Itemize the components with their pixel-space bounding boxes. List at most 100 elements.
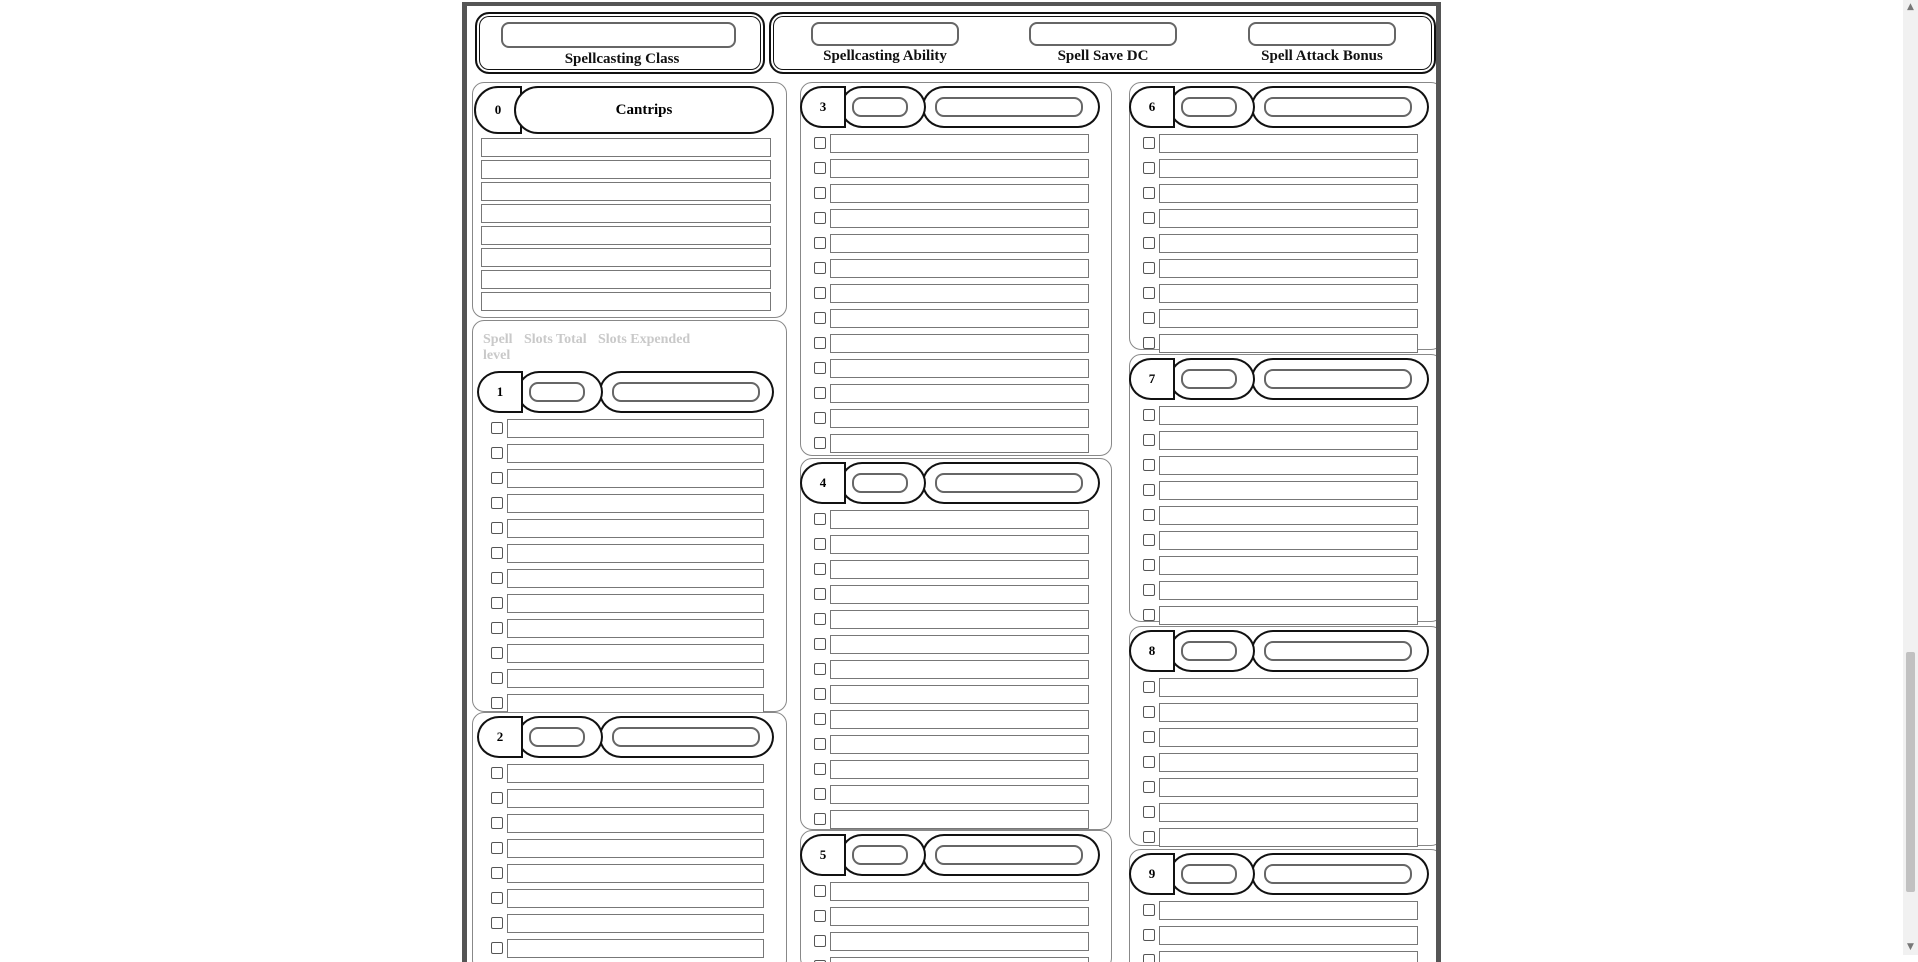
prepared-checkbox-icon[interactable] <box>814 287 826 299</box>
spell-name-input[interactable] <box>830 359 1089 378</box>
spell-name-input[interactable] <box>1159 703 1418 722</box>
spell-name-input[interactable] <box>830 957 1089 962</box>
cantrip-line-input[interactable] <box>481 292 771 311</box>
spell-name-input[interactable] <box>830 409 1089 428</box>
spell-name-input[interactable] <box>1159 184 1418 203</box>
spell-name-input[interactable] <box>1159 531 1418 550</box>
spell-name-input[interactable] <box>1159 606 1418 625</box>
spell-name-input[interactable] <box>830 710 1089 729</box>
prepared-checkbox-icon[interactable] <box>1143 434 1155 446</box>
spell-name-input[interactable] <box>830 907 1089 926</box>
prepared-checkbox-icon[interactable] <box>814 588 826 600</box>
spell-name-input[interactable] <box>830 134 1089 153</box>
spell-name-input[interactable] <box>830 635 1089 654</box>
prepared-checkbox-icon[interactable] <box>814 813 826 825</box>
spell-name-input[interactable] <box>1159 259 1418 278</box>
prepared-checkbox-icon[interactable] <box>814 262 826 274</box>
slots-expended-input[interactable] <box>612 382 760 402</box>
slots-expended-input[interactable] <box>935 97 1083 117</box>
prepared-checkbox-icon[interactable] <box>1143 484 1155 496</box>
spell-name-input[interactable] <box>1159 678 1418 697</box>
prepared-checkbox-icon[interactable] <box>1143 954 1155 962</box>
slots-expended-input[interactable] <box>1264 369 1412 389</box>
spell-name-input[interactable] <box>830 560 1089 579</box>
spell-name-input[interactable] <box>830 259 1089 278</box>
spell-name-input[interactable] <box>1159 778 1418 797</box>
spell-name-input[interactable] <box>830 510 1089 529</box>
prepared-checkbox-icon[interactable] <box>814 137 826 149</box>
prepared-checkbox-icon[interactable] <box>814 513 826 525</box>
spell-name-input[interactable] <box>507 694 764 713</box>
slots-expended-input[interactable] <box>935 473 1083 493</box>
prepared-checkbox-icon[interactable] <box>1143 459 1155 471</box>
spell-name-input[interactable] <box>830 309 1089 328</box>
prepared-checkbox-icon[interactable] <box>814 713 826 725</box>
spell-name-input[interactable] <box>830 184 1089 203</box>
prepared-checkbox-icon[interactable] <box>1143 904 1155 916</box>
cantrip-line-input[interactable] <box>481 138 771 157</box>
slots-expended-input[interactable] <box>1264 641 1412 661</box>
prepared-checkbox-icon[interactable] <box>491 767 503 779</box>
prepared-checkbox-icon[interactable] <box>814 563 826 575</box>
prepared-checkbox-icon[interactable] <box>491 572 503 584</box>
spell-name-input[interactable] <box>1159 284 1418 303</box>
prepared-checkbox-icon[interactable] <box>1143 262 1155 274</box>
spell-name-input[interactable] <box>830 882 1089 901</box>
prepared-checkbox-icon[interactable] <box>1143 337 1155 349</box>
spell-name-input[interactable] <box>507 864 764 883</box>
spell-name-input[interactable] <box>507 669 764 688</box>
prepared-checkbox-icon[interactable] <box>814 538 826 550</box>
prepared-checkbox-icon[interactable] <box>1143 831 1155 843</box>
slots-expended-input[interactable] <box>935 845 1083 865</box>
prepared-checkbox-icon[interactable] <box>814 688 826 700</box>
spell-name-input[interactable] <box>507 789 764 808</box>
spell-name-input[interactable] <box>1159 481 1418 500</box>
prepared-checkbox-icon[interactable] <box>491 597 503 609</box>
prepared-checkbox-icon[interactable] <box>1143 509 1155 521</box>
slots-expended-input[interactable] <box>612 727 760 747</box>
cantrip-line-input[interactable] <box>481 204 771 223</box>
spell-name-input[interactable] <box>507 889 764 908</box>
cantrip-line-input[interactable] <box>481 226 771 245</box>
spell-name-input[interactable] <box>507 544 764 563</box>
slots-total-input[interactable] <box>529 382 585 402</box>
prepared-checkbox-icon[interactable] <box>814 935 826 947</box>
spell-name-input[interactable] <box>507 644 764 663</box>
prepared-checkbox-icon[interactable] <box>491 422 503 434</box>
spell-name-input[interactable] <box>830 685 1089 704</box>
prepared-checkbox-icon[interactable] <box>814 910 826 922</box>
spell-name-input[interactable] <box>1159 901 1418 920</box>
prepared-checkbox-icon[interactable] <box>1143 409 1155 421</box>
scroll-thumb[interactable] <box>1906 652 1915 892</box>
prepared-checkbox-icon[interactable] <box>814 337 826 349</box>
prepared-checkbox-icon[interactable] <box>814 738 826 750</box>
spell-name-input[interactable] <box>507 764 764 783</box>
prepared-checkbox-icon[interactable] <box>814 613 826 625</box>
spell-name-input[interactable] <box>830 209 1089 228</box>
prepared-checkbox-icon[interactable] <box>491 447 503 459</box>
slots-total-input[interactable] <box>1181 641 1237 661</box>
prepared-checkbox-icon[interactable] <box>491 792 503 804</box>
prepared-checkbox-icon[interactable] <box>491 547 503 559</box>
cantrip-line-input[interactable] <box>481 160 771 179</box>
spell-name-input[interactable] <box>507 619 764 638</box>
prepared-checkbox-icon[interactable] <box>814 162 826 174</box>
prepared-checkbox-icon[interactable] <box>1143 756 1155 768</box>
prepared-checkbox-icon[interactable] <box>491 817 503 829</box>
spell-name-input[interactable] <box>507 469 764 488</box>
cantrip-line-input[interactable] <box>481 248 771 267</box>
prepared-checkbox-icon[interactable] <box>814 763 826 775</box>
spell-attack-bonus-input[interactable] <box>1248 22 1396 46</box>
prepared-checkbox-icon[interactable] <box>814 437 826 449</box>
spell-name-input[interactable] <box>1159 431 1418 450</box>
spell-name-input[interactable] <box>830 535 1089 554</box>
spell-name-input[interactable] <box>507 519 764 538</box>
spell-name-input[interactable] <box>830 585 1089 604</box>
spell-name-input[interactable] <box>1159 406 1418 425</box>
spellcasting-ability-input[interactable] <box>811 22 959 46</box>
prepared-checkbox-icon[interactable] <box>1143 534 1155 546</box>
prepared-checkbox-icon[interactable] <box>491 842 503 854</box>
spell-name-input[interactable] <box>1159 926 1418 945</box>
prepared-checkbox-icon[interactable] <box>1143 781 1155 793</box>
spell-save-dc-input[interactable] <box>1029 22 1177 46</box>
